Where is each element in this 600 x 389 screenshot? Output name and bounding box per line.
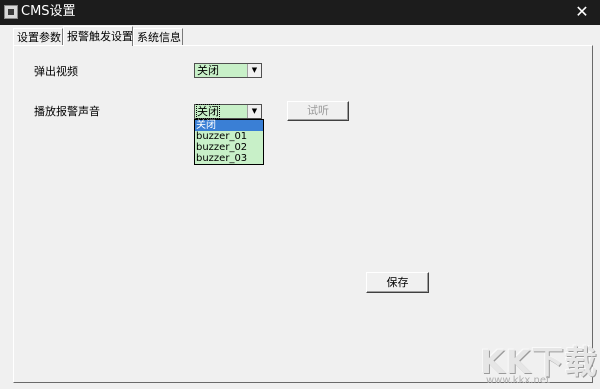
alarm-sound-select[interactable]: 关闭 ▼ — [194, 104, 262, 119]
dropdown-option[interactable]: buzzer_02 — [195, 142, 263, 153]
watermark-url: www.kkx.net — [486, 375, 550, 386]
alarm-sound-label: 播放报警声音 — [34, 105, 100, 118]
chevron-down-icon: ▼ — [247, 105, 261, 118]
alarm-sound-value: 关闭 — [196, 104, 220, 119]
test-listen-button[interactable]: 试听 — [287, 101, 349, 121]
popup-video-value: 关闭 — [197, 64, 219, 77]
tab-system-info[interactable]: 系统信息 — [133, 28, 183, 45]
tab-alarm-trigger[interactable]: 报警触发设置 — [63, 26, 133, 46]
dropdown-option[interactable]: buzzer_01 — [195, 131, 263, 142]
tab-panel — [13, 45, 593, 383]
watermark-logo: KK下载 www.kkx.net — [480, 337, 598, 387]
popup-video-label: 弹出视频 — [34, 65, 78, 78]
tab-settings-params[interactable]: 设置参数 — [13, 28, 63, 45]
app-icon — [4, 5, 18, 19]
close-button[interactable]: ✕ — [572, 2, 592, 22]
save-button[interactable]: 保存 — [366, 272, 429, 293]
alarm-sound-options: 关闭 buzzer_01 buzzer_02 buzzer_03 — [194, 119, 264, 165]
title-bar: CMS设置 ✕ — [0, 0, 600, 25]
popup-video-select[interactable]: 关闭 ▼ — [194, 63, 262, 78]
dropdown-option[interactable]: 关闭 — [195, 120, 263, 131]
dropdown-option[interactable]: buzzer_03 — [195, 153, 263, 164]
window-title: CMS设置 — [21, 4, 76, 19]
chevron-down-icon: ▼ — [247, 64, 261, 77]
